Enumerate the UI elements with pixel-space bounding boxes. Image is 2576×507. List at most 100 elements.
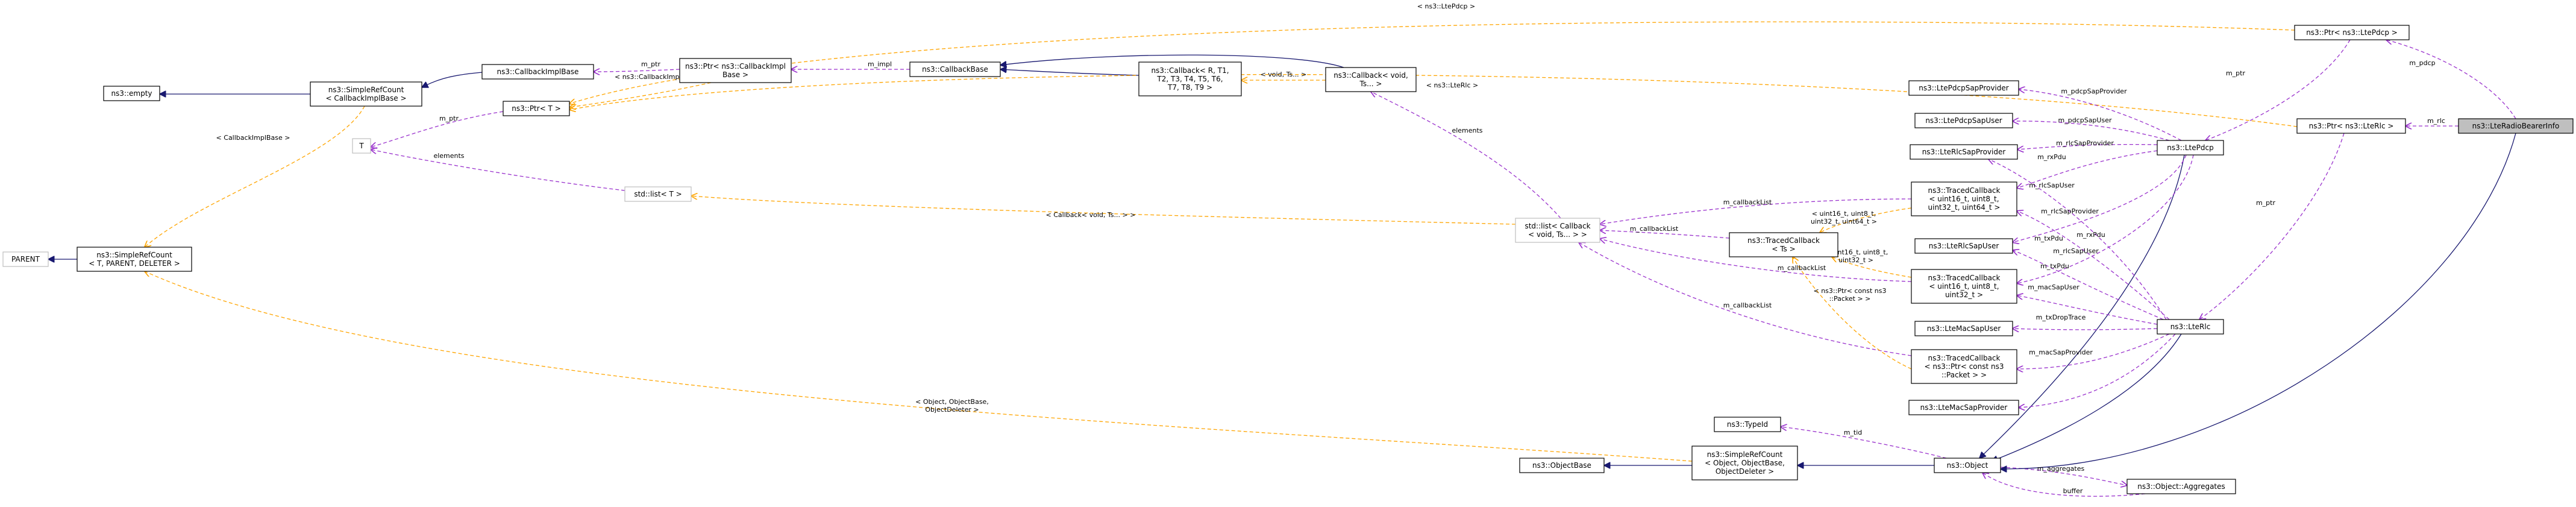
node-label-line: Ts... >: [1359, 80, 1382, 88]
edge-label-line: uint32_t, uint64_t >: [1811, 218, 1877, 225]
edge-label: m_ptr: [439, 115, 459, 122]
edge-template-tracedcb_pkt-to-tracedcb_ts: [1793, 257, 1912, 370]
node-label-line: ns3::SimpleRefCount: [328, 86, 404, 94]
class-node-ns3-ltepdcpsapuser[interactable]: ns3::LtePdcpSapUser: [1914, 113, 2013, 128]
edge-label: m_callbackList: [1778, 264, 1826, 272]
class-node-parent: PARENT: [2, 251, 49, 267]
node-label-line: < CallbackImplBase >: [325, 94, 406, 102]
class-node-ns3-typeid[interactable]: ns3::TypeId: [1714, 417, 1781, 432]
edge-label: m_ptr: [2226, 69, 2246, 77]
edge-label-line: m_rlc: [2427, 117, 2445, 125]
edge-label-line: < ns3::Ptr< const ns3: [1814, 287, 1887, 295]
node-label-line: ns3::SimpleRefCount: [1707, 450, 1783, 459]
edge-label-line: m_rlcSapUser: [2029, 181, 2075, 189]
class-node-ns3-object-aggregates[interactable]: ns3::Object::Aggregates: [2126, 479, 2236, 494]
edge-label: < uint16_t, uint8_t, uint32_t, uint64_t >: [1811, 210, 1877, 225]
edge-line: [422, 72, 483, 87]
edge-label: < void, Ts... >: [1261, 71, 1307, 78]
edge-label-line: m_impl: [868, 60, 892, 68]
node-label-line: ObjectDeleter >: [1716, 467, 1774, 476]
edge-line: [2019, 333, 2176, 408]
class-node-std-list-t: std::list< T >: [624, 186, 692, 202]
class-node-ns3-lterlcsapprovider[interactable]: ns3::LteRlcSapProvider: [1910, 144, 2018, 160]
edge-line: [371, 111, 504, 147]
edge-line: [2013, 329, 2158, 330]
edge-label-line: m_macSapUser: [2028, 283, 2079, 291]
edge-label: elements: [433, 152, 464, 160]
node-label-line: T2, T3, T4, T5, T6,: [1156, 75, 1223, 83]
edge-line: [2386, 40, 2516, 119]
edge-label: m_ptr: [2256, 199, 2276, 207]
class-node-ns3-callbackimplbase[interactable]: ns3::CallbackImplBase: [481, 64, 594, 80]
edge-label: m_txDropTrace: [2036, 313, 2086, 321]
edge-label-line: m_callbackList: [1723, 301, 1772, 309]
edge-label-line: m_ptr: [2256, 199, 2276, 207]
class-node-ns3-tracedcallback-uint16-t-uint8-t-uint32-t-uint64-t[interactable]: ns3::TracedCallback< uint16_t, uint8_t,u…: [1911, 181, 2017, 216]
class-node-ns3-ptr-ns3-callbackimpl-base[interactable]: ns3::Ptr< ns3::CallbackImplBase >: [679, 58, 792, 83]
class-node-ns3-tracedcallback-ns3-ptr-const-ns3-packet[interactable]: ns3::TracedCallback< ns3::Ptr< const ns3…: [1911, 349, 2017, 384]
class-node-ns3-object[interactable]: ns3::Object: [1934, 458, 2001, 473]
edge-label-line: elements: [1452, 127, 1482, 134]
class-node-ns3-lterlcsapuser[interactable]: ns3::LteRlcSapUser: [1914, 238, 2013, 254]
edge-label: m_pdcpSapProvider: [2061, 87, 2127, 95]
node-label-line: PARENT: [11, 255, 40, 263]
edge-usage-ltepdcp-to-pdcpsapprov: [2019, 89, 2182, 141]
class-node-ns3-tracedcallback-uint16-t-uint8-t-uint32-t[interactable]: ns3::TracedCallback< uint16_t, uint8_t,u…: [1911, 269, 2017, 304]
edge-label-line: m_callbackList: [1723, 198, 1772, 206]
class-node-t: T: [352, 138, 371, 154]
node-label-line: ns3::TracedCallback: [1928, 354, 2001, 362]
edge-label-line: m_txDropTrace: [2036, 313, 2086, 321]
node-label-line: ns3::LteRlcSapProvider: [1922, 148, 2006, 156]
edge-label-line: < void, Ts... >: [1261, 71, 1307, 78]
edge-label: m_rlcSapProvider: [2041, 207, 2099, 215]
edge-label-line: m_ptr: [439, 115, 459, 122]
edge-line: [2001, 133, 2516, 469]
class-node-ns3-ltepdcp[interactable]: ns3::LtePdcp: [2157, 140, 2224, 156]
class-node-ns3-ptr-t[interactable]: ns3::Ptr< T >: [503, 101, 570, 116]
class-node-ns3-ltemacsapuser[interactable]: ns3::LteMacSapUser: [1914, 321, 2013, 336]
edge-label-line: m_callbackList: [1778, 264, 1826, 272]
class-node-ns3-simplerefcount-t-parent-deleter[interactable]: ns3::SimpleRefCount< T, PARENT, DELETER …: [77, 247, 192, 272]
edge-line: [2017, 211, 2170, 320]
node-label-line: std::list< T >: [634, 190, 682, 198]
edge-label-line: m_ptr: [641, 60, 661, 68]
class-node-ns3-simplerefcount-object-objectbase-objectdeleter[interactable]: ns3::SimpleRefCount< Object, ObjectBase,…: [1691, 446, 1798, 480]
class-node-ns3-simplerefcount-callbackimplbase[interactable]: ns3::SimpleRefCount< CallbackImplBase >: [310, 81, 422, 107]
edge-label: m_rxPdu: [2037, 153, 2066, 161]
edge-label: m_txPdu: [2040, 262, 2069, 270]
class-node-ns3-callbackbase[interactable]: ns3::CallbackBase: [909, 61, 1001, 77]
class-node-ns3-callback-r-t1-t2-t3-t4-t5-t6-t7-t8-t9[interactable]: ns3::Callback< R, T1,T2, T3, T4, T5, T6,…: [1138, 61, 1242, 96]
class-node-ns3-empty[interactable]: ns3::empty: [103, 86, 160, 101]
edge-label-line: m_rxPdu: [2076, 231, 2105, 239]
edge-label: m_rlcSapUser: [2053, 247, 2099, 255]
node-label-line: ::Packet > >: [1941, 371, 1987, 379]
nodes-layer: PARENT ns3::SimpleRefCount< T, PARENT, DE…: [2, 25, 2574, 494]
class-node-ns3-ltemacsapprovider[interactable]: ns3::LteMacSapProvider: [1908, 400, 2019, 415]
edge-label-line: elements: [433, 152, 464, 160]
edge-usage-object-to-typeid: [1781, 427, 1947, 459]
class-node-ns3-ptr-ns3-lterlc[interactable]: ns3::Ptr< ns3::LteRlc >: [2296, 118, 2406, 134]
class-node-ns3-lteradiobearerinfo[interactable]: ns3::LteRadioBearerInfo: [2458, 118, 2574, 134]
node-label-line: < Ts >: [1772, 245, 1795, 253]
edge-label-line: < Callback< void, Ts... > >: [1046, 211, 1136, 219]
class-node-ns3-objectbase[interactable]: ns3::ObjectBase: [1519, 458, 1605, 473]
class-node-ns3-ptr-ns3-ltepdcp[interactable]: ns3::Ptr< ns3::LtePdcp >: [2294, 25, 2410, 40]
class-node-ns3-callback-void-ts[interactable]: ns3::Callback< void,Ts... >: [1325, 67, 1417, 92]
node-label-line: ns3::LtePdcp: [2167, 143, 2213, 152]
edge-label: m_callbackList: [1630, 225, 1679, 233]
node-label-line: < uint16_t, uint8_t,: [1929, 282, 1999, 291]
node-label-line: uint32_t >: [1945, 291, 1983, 299]
edge-usage-lterlc-to-macsapprov: [2019, 333, 2176, 408]
edge-label-line: m_pdcpSapProvider: [2061, 87, 2127, 95]
edge-line: [1371, 92, 1561, 219]
edge-label: m_ptr: [641, 60, 661, 68]
class-node-ns3-tracedcallback-ts[interactable]: ns3::TracedCallback< Ts >: [1729, 232, 1838, 257]
class-node-ns3-lterlc[interactable]: ns3::LteRlc: [2157, 319, 2224, 335]
class-node-ns3-ltepdcpsapprovider[interactable]: ns3::LtePdcpSapProvider: [1908, 80, 2019, 96]
node-label-line: ns3::CallbackImplBase: [497, 68, 579, 76]
edge-label-line: < CallbackImplBase >: [216, 134, 290, 142]
edge-line: [145, 271, 1693, 462]
node-label-line: T: [359, 142, 364, 150]
node-label-line: std::list< Callback: [1525, 222, 1590, 230]
edge-template-srcount_cb-to-srcount_tpl: [145, 105, 365, 247]
